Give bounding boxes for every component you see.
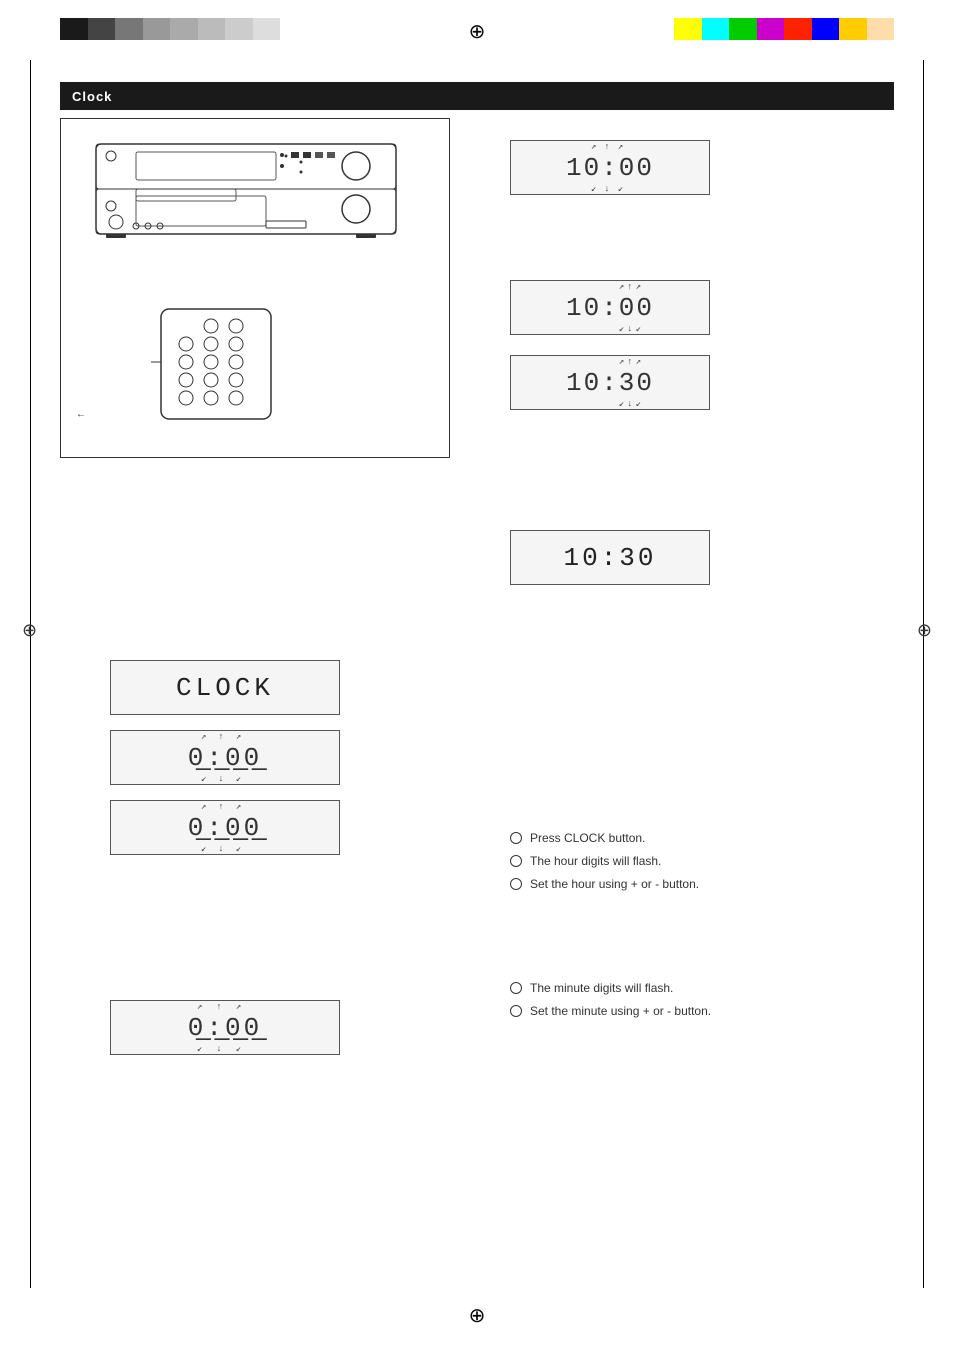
bullet-text-5: Set the minute using + or - button. [530, 1003, 711, 1020]
bullet-group-2: The minute digits will flash. Set the mi… [510, 980, 890, 1026]
section-header: Clock [60, 82, 894, 110]
border-right [923, 60, 924, 1288]
display-10-00-arrows: ↗↑↗ 10:00 ↙↓↙ [510, 140, 710, 195]
crosshair-left-mid: ⊕ [22, 620, 37, 641]
blink-display-1: ↗↑↗ 0̲:̲0̲0̲ ↙↓↙ [110, 730, 340, 785]
bullet-circle-5 [510, 1005, 522, 1017]
clock-label-display: CLOCK [110, 660, 340, 715]
display-10-30-final-text: 10:30 [563, 543, 656, 573]
blink-display-2: ↗↑↗ 0̲:̲0̲0̲ ↙↓↙ [110, 800, 340, 855]
stereo-unit-svg [86, 134, 406, 314]
color-bar-left [60, 18, 280, 40]
blink-seg-1: 0̲:̲0̲0̲ [188, 743, 262, 773]
bullet-circle-2 [510, 855, 522, 867]
device-illustration-box: ← [60, 118, 450, 458]
remote-arrow-label: ← [76, 409, 86, 420]
color-bar-right [674, 18, 894, 40]
remote-unit-svg [151, 304, 281, 424]
blink-display-3: ↗↑↗ 0̲:̲0̲0̲ ↙↓↙ [110, 1000, 340, 1055]
bullet-circle-4 [510, 982, 522, 994]
crosshair-top-icon: ⊕ [467, 22, 487, 42]
section-header-text: Clock [72, 89, 112, 104]
display-10-30-final: 10:30 [510, 530, 710, 585]
display-10-30-arrows: ↗↑↗ 10:30 ↙↓↙ [510, 355, 710, 410]
bullet-text-4: The minute digits will flash. [530, 980, 673, 997]
bullet-item-4: The minute digits will flash. [510, 980, 890, 997]
display-10-00-text: 10:00 [566, 153, 654, 183]
bullet-item-5: Set the minute using + or - button. [510, 1003, 890, 1020]
bullet-item-2: The hour digits will flash. [510, 853, 890, 870]
blink-seg-2: 0̲:̲0̲0̲ [188, 813, 262, 843]
bullet-text-1: Press CLOCK button. [530, 830, 645, 847]
crosshair-right-mid: ⊕ [917, 620, 932, 641]
bullet-text-3: Set the hour using + or - button. [530, 876, 699, 893]
display-10-00-min-arrows: ↗↑↗ 10:00 ↙↓↙ [510, 280, 710, 335]
bullet-circle-1 [510, 832, 522, 844]
clock-label-text: CLOCK [176, 673, 274, 703]
bullet-item-1: Press CLOCK button. [510, 830, 890, 847]
bullet-item-3: Set the hour using + or - button. [510, 876, 890, 893]
display-10-30-text: 10:30 [566, 368, 654, 398]
bullet-text-2: The hour digits will flash. [530, 853, 661, 870]
bullet-group-1: Press CLOCK button. The hour digits will… [510, 830, 890, 898]
blink-seg-3: 0̲:̲0̲0̲ [188, 1013, 262, 1043]
bullet-circle-3 [510, 878, 522, 890]
border-left [30, 60, 31, 1288]
crosshair-bottom-icon: ⊕ [467, 1306, 487, 1326]
display-10-00-min-text: 10:00 [566, 293, 654, 323]
